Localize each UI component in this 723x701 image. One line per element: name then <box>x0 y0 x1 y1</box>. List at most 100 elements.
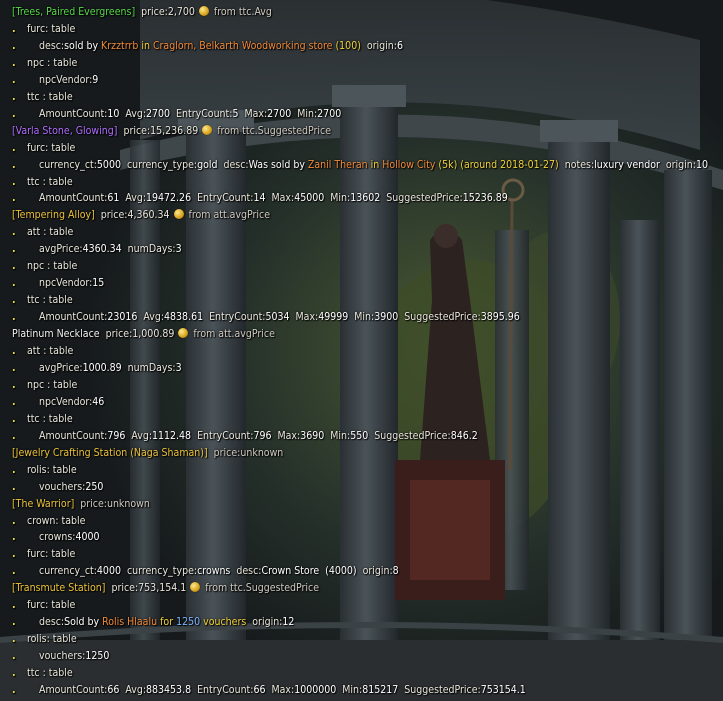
text-segment: EntryCount: <box>203 311 266 324</box>
item-detail-line: . currency_ct:4000 currency_type:crowns d… <box>0 563 723 580</box>
text-segment: avgPrice: <box>39 243 83 256</box>
item-header-line[interactable]: [Transmute Station] price:753,154.1 from… <box>12 580 319 597</box>
text-segment: furc: table <box>27 141 76 154</box>
item-header-line[interactable]: Platinum Necklace price:1,000.89 from at… <box>12 326 275 343</box>
text-segment: numDays: <box>121 361 176 374</box>
text-segment: price:unknown <box>74 497 150 510</box>
text-segment: Craglorn, Belkarth Woodworking store <box>152 39 333 52</box>
text-segment: ttc : table <box>27 412 73 425</box>
item-link[interactable]: Platinum Necklace <box>12 328 100 340</box>
text-segment: price:unknown <box>207 446 284 459</box>
text-segment: 4000 <box>75 531 100 544</box>
bullet: . <box>12 141 16 154</box>
text-segment: 6 <box>396 39 403 52</box>
text-segment: ttc : table <box>27 175 73 188</box>
text-segment: Max: <box>265 192 295 205</box>
text-segment: gold <box>197 158 218 171</box>
text-segment: for <box>157 616 177 629</box>
item-detail-line: . furc: table <box>0 140 723 157</box>
text-segment: 3895.96 <box>480 311 520 324</box>
text-segment: price:2,700 <box>135 6 198 18</box>
item-detail-line: . npc : table <box>0 55 723 72</box>
text-segment: att : table <box>27 345 74 357</box>
text-segment: 796 <box>107 429 126 442</box>
line-text: AmountCount:66 Avg:883453.8 EntryCount:6… <box>39 682 526 699</box>
line-text: furc: table <box>27 546 75 563</box>
bullet: . <box>12 73 16 86</box>
item-detail-line: . vouchers:1250 <box>0 648 723 665</box>
item-detail-line: . att : table <box>0 224 723 241</box>
item-link[interactable]: [Varla Stone, Glowing] <box>12 125 117 137</box>
text-segment: rolis: table <box>27 633 77 646</box>
line-text: AmountCount:796 Avg:1112.48 EntryCount:7… <box>39 428 478 445</box>
bullet: . <box>12 294 16 307</box>
line-text: rolis: table <box>27 631 77 648</box>
text-segment: 5000 <box>96 158 121 171</box>
line-text: ttc : table <box>27 665 73 682</box>
text-segment: furc: table <box>27 599 76 612</box>
text-segment: Min: <box>348 311 375 324</box>
text-segment: AmountCount: <box>39 192 108 205</box>
line-text: furc: table <box>27 140 75 157</box>
text-segment: currency_ct: <box>39 565 97 578</box>
text-segment: Zanil Theran <box>307 158 368 171</box>
item-link[interactable]: [Tempering Alloy] <box>12 209 95 221</box>
text-segment: Avg: <box>119 684 147 696</box>
text-segment: 15236.89 <box>462 192 508 205</box>
text-segment: crowns <box>197 565 231 578</box>
text-segment: 66 <box>253 684 266 696</box>
bullet: . <box>12 667 16 680</box>
item-detail-line: . crown: table <box>0 513 723 530</box>
item-link[interactable]: [Transmute Station] <box>12 582 105 594</box>
text-segment: 3 <box>175 361 182 374</box>
text-segment: currency_type: <box>120 158 198 171</box>
item-detail-line: . ttc : table <box>0 411 723 428</box>
bullet: . <box>12 175 16 188</box>
text-segment: EntryCount: <box>170 107 233 120</box>
item-header-line[interactable]: [Varla Stone, Glowing] price:15,236.89 f… <box>12 123 331 140</box>
text-segment: Max: <box>265 684 295 696</box>
item-header-line[interactable]: [Trees, Paired Evergreens] price:2,700 f… <box>12 4 272 21</box>
text-segment: vouchers: <box>39 480 86 493</box>
text-segment: origin: <box>360 39 397 52</box>
item-header-line[interactable]: [Tempering Alloy] price:4,360.34 from at… <box>12 207 270 224</box>
text-segment: npc : table <box>27 260 78 273</box>
text-segment: price:753,154.1 <box>105 582 190 595</box>
item-link[interactable]: [The Warrior] <box>12 498 74 510</box>
item-detail-line: . furc: table <box>0 597 723 614</box>
text-segment: ttc : table <box>27 667 73 680</box>
item-detail-line: . AmountCount:796 Avg:1112.48 EntryCount:… <box>0 428 723 445</box>
text-segment: price:4,360.34 <box>94 209 173 222</box>
item-header-line[interactable]: [Jewelry Crafting Station (Naga Shaman)]… <box>12 445 283 462</box>
text-segment: EntryCount: <box>191 429 254 442</box>
line-text: furc: table <box>27 597 75 614</box>
text-segment: Rolis Hlaalu <box>102 616 158 629</box>
line-text: rolis: table <box>27 462 77 479</box>
item-link[interactable]: [Trees, Paired Evergreens] <box>12 6 135 18</box>
bullet: . <box>12 463 16 476</box>
text-segment: 2700 <box>317 107 342 120</box>
line-text: desc:sold by Krzztrrb in Craglorn, Belka… <box>39 38 403 55</box>
line-text: npc : table <box>27 258 77 275</box>
text-segment: furc: table <box>27 548 76 561</box>
text-segment: AmountCount: <box>39 684 108 696</box>
item-detail-line: . AmountCount:23016 Avg:4838.61 EntryCoun… <box>0 309 723 326</box>
text-segment: 3 <box>175 243 182 256</box>
text-segment: crown: table <box>27 514 86 527</box>
line-text: ttc : table <box>27 174 73 191</box>
item-link[interactable]: [Jewelry Crafting Station (Naga Shaman)] <box>12 447 208 459</box>
text-segment: furc: table <box>27 22 76 35</box>
text-segment: 45000 <box>294 192 325 205</box>
item-detail-line: . npc : table <box>0 377 723 394</box>
text-segment: avgPrice: <box>39 361 83 374</box>
item-detail-line: . AmountCount:10 Avg:2700 EntryCount:5 Ma… <box>0 106 723 123</box>
text-segment: desc: <box>39 616 65 629</box>
text-segment: Min: <box>324 192 351 205</box>
text-segment: 4000 <box>96 565 121 578</box>
item-detail-line: . furc: table <box>0 546 723 563</box>
item-header-line[interactable]: [The Warrior] price:unknown <box>12 496 150 513</box>
bullet: . <box>12 531 16 544</box>
item-detail-line: . npc : table <box>0 258 723 275</box>
text-segment: 15 <box>92 277 105 290</box>
text-segment: price:1,000.89 <box>99 328 178 341</box>
